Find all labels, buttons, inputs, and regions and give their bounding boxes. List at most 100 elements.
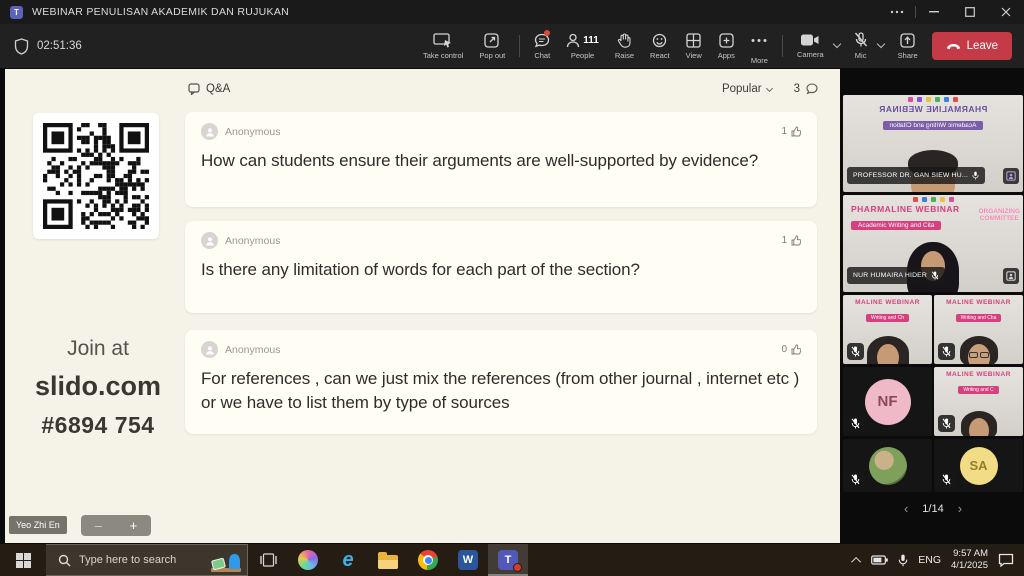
rail-pagination: ‹ 1/14 › <box>842 501 1024 516</box>
video-tile-sa[interactable]: SA <box>934 439 1023 492</box>
chat-button[interactable]: Chat <box>526 24 558 68</box>
window-more-icon[interactable] <box>879 0 915 24</box>
tray-expand-chevron-icon[interactable] <box>851 556 861 566</box>
copilot-taskbar-button[interactable] <box>288 544 328 576</box>
slido-url: slido.com <box>5 371 191 402</box>
internet-explorer-icon: e <box>342 549 353 572</box>
file-explorer-icon <box>378 555 398 569</box>
backdrop-banner: MALINE WEBINAR Writing and C <box>934 371 1023 396</box>
toolbar-divider <box>519 35 520 57</box>
sort-dropdown[interactable]: Popular <box>722 83 772 95</box>
mic-muted-icon <box>851 474 860 485</box>
task-view-button[interactable] <box>248 544 288 576</box>
task-view-icon <box>260 553 277 567</box>
close-icon[interactable] <box>988 0 1024 24</box>
share-button[interactable]: Share <box>890 24 926 68</box>
camera-options-chevron-icon[interactable] <box>832 40 840 48</box>
mic-muted-icon <box>931 271 939 280</box>
react-button[interactable]: React <box>642 24 678 68</box>
participant-rail: PHARMALINE WEBINAR Academic Writing and … <box>842 68 1024 544</box>
internet-explorer-taskbar-button[interactable]: e <box>328 544 368 576</box>
qr-code <box>33 113 159 239</box>
chrome-taskbar-button[interactable] <box>408 544 448 576</box>
mic-muted-badge <box>847 471 864 488</box>
video-tile[interactable]: MALINE WEBINAR Writing and Ch <box>843 295 932 364</box>
question-text: How can students ensure their arguments … <box>201 149 776 173</box>
taskbar-search[interactable] <box>46 544 248 576</box>
question-card[interactable]: Anonymous 1 How can students ensure thei… <box>185 112 817 207</box>
mic-muted-badge <box>938 471 955 488</box>
windows-taskbar: e W T ENG 9:57 AM 4/1/2025 <box>0 544 1024 576</box>
thumbs-up-icon <box>791 235 801 246</box>
qa-icon <box>188 83 200 95</box>
search-icon <box>58 554 71 567</box>
raise-hand-button[interactable]: Raise <box>607 24 642 68</box>
mic-options-chevron-icon[interactable] <box>876 40 884 48</box>
backdrop-logos <box>843 97 1023 102</box>
video-tile-photo[interactable] <box>843 439 932 492</box>
language-indicator[interactable]: ENG <box>918 554 941 566</box>
avatar-initials: SA <box>960 447 998 485</box>
upvote-button[interactable]: 1 <box>781 126 801 137</box>
video-tile[interactable]: MALINE WEBINAR Writing and Cha <box>934 295 1023 364</box>
search-input[interactable] <box>79 554 199 566</box>
next-page-icon[interactable]: › <box>958 501 962 516</box>
mic-muted-icon <box>851 346 860 357</box>
people-count: 111 <box>583 35 599 46</box>
comment-bubble-icon <box>806 83 818 95</box>
mic-muted-icon <box>942 418 951 429</box>
mic-button[interactable]: Mic <box>846 24 876 68</box>
maximize-icon[interactable] <box>952 0 988 24</box>
upvote-button[interactable]: 0 <box>781 344 801 355</box>
question-card[interactable]: Anonymous 1 Is there any limitation of w… <box>185 221 817 313</box>
battery-icon[interactable] <box>871 555 888 565</box>
tray-date: 4/1/2025 <box>951 560 988 572</box>
mic-muted-icon <box>942 474 951 485</box>
tray-mic-icon[interactable] <box>898 554 908 567</box>
word-taskbar-button[interactable]: W <box>448 544 488 576</box>
pop-out-button[interactable]: Pop out <box>471 24 513 68</box>
avatar <box>201 341 218 358</box>
action-center-icon[interactable] <box>998 553 1014 567</box>
chrome-icon <box>418 550 438 570</box>
zoom-in-button[interactable]: + <box>130 518 138 533</box>
teams-taskbar-button[interactable]: T <box>488 544 528 576</box>
vote-count: 1 <box>781 235 787 246</box>
teams-notification-dot <box>513 563 522 572</box>
clock[interactable]: 9:57 AM 4/1/2025 <box>951 548 988 572</box>
start-button[interactable] <box>0 544 46 576</box>
video-tile-professor[interactable]: PHARMALINE WEBINAR Academic Writing and … <box>843 95 1023 192</box>
hangup-icon <box>946 43 961 50</box>
file-explorer-taskbar-button[interactable] <box>368 544 408 576</box>
backdrop-banner: MALINE WEBINAR Writing and Cha <box>934 299 1023 324</box>
participant-video <box>965 414 993 436</box>
more-button[interactable]: More <box>743 24 776 68</box>
spotlight-badge <box>1003 268 1019 284</box>
video-tile-nf[interactable]: NF <box>843 367 932 436</box>
view-button[interactable]: View <box>678 24 710 68</box>
take-control-button[interactable]: Take control <box>415 24 471 68</box>
backdrop-banner: MALINE WEBINAR Writing and Ch <box>843 299 932 324</box>
video-tile-humaira[interactable]: PHARMALINE WEBINAR Academic Writing and … <box>843 195 1023 292</box>
prev-page-icon[interactable]: ‹ <box>904 501 908 516</box>
question-card[interactable]: Anonymous 0 For references , can we just… <box>185 330 817 434</box>
zoom-out-button[interactable]: – <box>95 518 102 533</box>
leave-button[interactable]: Leave <box>932 32 1012 60</box>
apps-button[interactable]: Apps <box>710 24 743 68</box>
person-icon <box>205 345 215 355</box>
search-highlight-illustration[interactable] <box>209 547 243 573</box>
upvote-button[interactable]: 1 <box>781 235 801 246</box>
zoom-control[interactable]: – + <box>81 515 151 536</box>
camera-button[interactable]: Camera <box>789 24 832 68</box>
person-icon <box>205 127 215 137</box>
backdrop-banner: PHARMALINE WEBINAR Academic Writing and … <box>843 104 1023 132</box>
people-button[interactable]: 111 People <box>558 24 607 68</box>
minimize-icon[interactable] <box>916 0 952 24</box>
video-tile[interactable]: MALINE WEBINAR Writing and C <box>934 367 1023 436</box>
windows-logo-icon <box>16 553 31 568</box>
tray-time: 9:57 AM <box>951 548 988 560</box>
spotlight-icon <box>1006 271 1016 281</box>
event-code: #6894 754 <box>5 412 191 439</box>
window-titlebar: T WEBINAR PENULISAN AKADEMIK DAN RUJUKAN <box>0 0 1024 24</box>
qa-header: Q&A <box>188 83 230 95</box>
